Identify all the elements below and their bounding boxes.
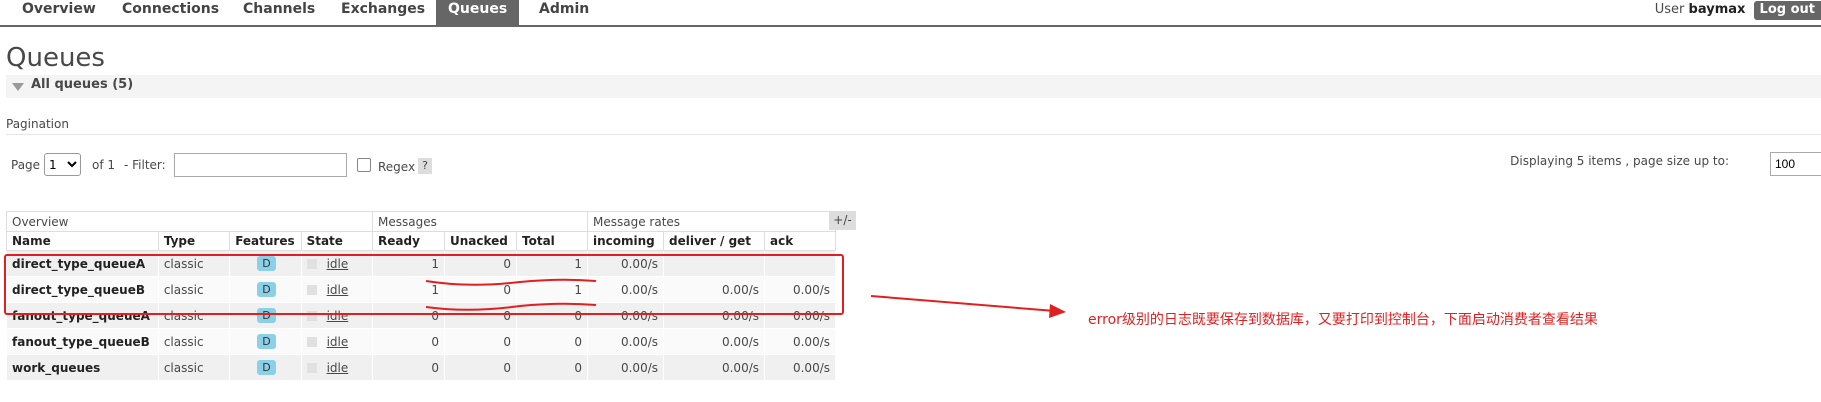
underline-stroke-2 xyxy=(425,302,597,311)
annotation-arrow-head xyxy=(1049,304,1066,318)
annotation-overlay xyxy=(425,278,1066,318)
underline-stroke-1 xyxy=(425,278,597,286)
annotation-arrow-line xyxy=(870,295,1056,312)
annotation-text: error级别的日志既要保存到数据库，又要打印到控制台，下面启动消费者查看结果 xyxy=(1088,312,1598,328)
